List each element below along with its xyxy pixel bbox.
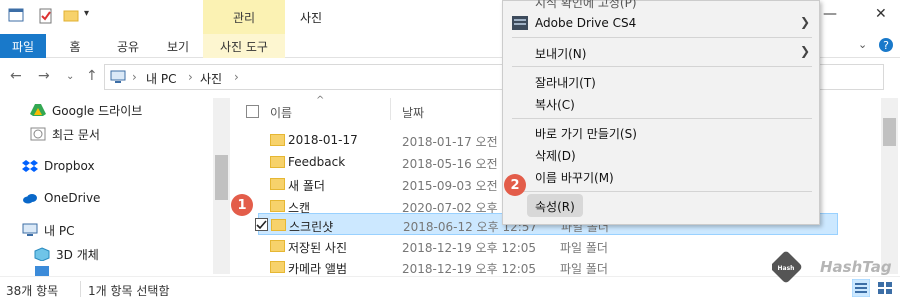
status-divider — [80, 281, 81, 297]
row-name: 2018-01-17 — [288, 133, 358, 147]
nav-item-label: 최근 문서 — [52, 127, 100, 142]
hashtag-watermark-logo: Hash HashTag — [770, 250, 892, 287]
adobe-drive-icon — [512, 16, 528, 30]
menu-separator — [512, 191, 812, 192]
menu-item-create-shortcut[interactable]: 바로 가기 만들기(S) — [535, 125, 637, 142]
recent-locations-icon[interactable]: ⌄ — [66, 71, 74, 82]
menu-separator — [512, 37, 812, 38]
nav-item-label: 3D 개체 — [56, 247, 99, 262]
row-date: 2018-12-19 오후 12:05 — [402, 241, 537, 255]
menu-item-delete[interactable]: 삭제(D) — [535, 147, 576, 164]
nav-item-recent-docs[interactable]: 최근 문서 📌 — [30, 123, 240, 145]
pc-icon — [110, 70, 126, 83]
properties-icon[interactable] — [38, 8, 54, 24]
row-type: 파일 폴더 — [560, 241, 608, 255]
menu-item-send-to[interactable]: 보내기(N) — [535, 45, 586, 62]
nav-item-label: 내 PC — [44, 223, 75, 238]
column-header-name[interactable]: 이름 — [270, 104, 292, 121]
column-divider[interactable] — [390, 98, 391, 120]
3d-objects-icon — [34, 247, 50, 262]
window-title: 사진 — [300, 11, 323, 25]
row-date: 2018-01-17 오전 — [402, 135, 498, 149]
menu-item-cut[interactable]: 잘라내기(T) — [535, 74, 596, 91]
breadcrumb-separator-icon: › — [132, 70, 137, 84]
row-date: 2015-09-03 오전 — [402, 179, 498, 193]
content-scrollbar-thumb[interactable] — [883, 118, 896, 146]
row-name: 새 폴더 — [288, 179, 325, 193]
row-date: 2018-05-16 오전 — [402, 157, 498, 171]
breadcrumb-pictures[interactable]: 사진 — [200, 70, 222, 87]
nav-item-onedrive[interactable]: OneDrive — [22, 187, 232, 209]
sort-ascending-icon: ^ — [316, 95, 325, 106]
download-icon — [34, 266, 50, 276]
row-date: 2018-12-19 오후 12:05 — [402, 262, 537, 276]
nav-item-dropbox[interactable]: Dropbox — [22, 155, 232, 177]
nav-item-label: Google 드라이브 — [52, 103, 143, 118]
tab-picture-tools[interactable]: 사진 도구 — [203, 34, 285, 58]
nav-item-label: OneDrive — [44, 191, 101, 205]
forward-icon[interactable]: → — [38, 68, 50, 84]
table-row[interactable]: 저장된 사진 2018-12-19 오후 12:05 파일 폴더 — [262, 235, 837, 257]
status-item-count: 38개 항목 — [6, 284, 59, 298]
tab-file[interactable]: 파일 — [0, 34, 46, 58]
submenu-arrow-icon: ❯ — [800, 44, 811, 58]
quick-access-dropdown-icon[interactable]: ▾ — [84, 8, 89, 19]
watermark-text: HashTag — [820, 258, 892, 276]
dropbox-icon — [22, 159, 38, 173]
onedrive-icon — [22, 191, 38, 205]
ribbon-expand-icon[interactable]: ⌄ — [858, 38, 867, 51]
tab-share[interactable]: 공유 — [108, 34, 148, 58]
help-icon[interactable]: ? — [878, 37, 894, 53]
nav-item-label: Dropbox — [44, 159, 95, 173]
step-badge-2: 2 — [504, 174, 526, 196]
menu-item-partial[interactable]: 지식 확인에 고정(P) — [535, 0, 637, 11]
back-icon[interactable]: ← — [10, 68, 22, 84]
recent-docs-icon — [30, 127, 46, 141]
folder-icon — [270, 261, 285, 273]
new-folder-icon[interactable] — [63, 8, 79, 22]
row-name: 저장된 사진 — [288, 241, 348, 255]
nav-item-this-pc[interactable]: 내 PC — [22, 219, 232, 241]
pc-icon — [22, 223, 38, 237]
row-name: Feedback — [288, 155, 346, 169]
up-icon[interactable]: ↑ — [86, 68, 98, 84]
google-drive-icon — [30, 103, 46, 117]
folder-icon — [270, 156, 285, 168]
status-selected: 1개 항목 선택함 — [88, 284, 170, 298]
row-name: 스크린샷 — [289, 220, 334, 234]
folder-icon — [270, 240, 285, 252]
folder-icon — [270, 134, 285, 146]
nav-scrollbar-thumb[interactable] — [215, 155, 228, 200]
breadcrumb-separator-icon: › — [188, 70, 193, 84]
folder-icon — [270, 200, 285, 212]
table-row[interactable]: 카메라 앨범 2018-12-19 오후 12:05 파일 폴더 — [262, 256, 837, 278]
folder-icon — [270, 178, 285, 190]
explorer-icon[interactable] — [8, 8, 24, 22]
watermark-hash-text: Hash — [778, 265, 795, 272]
step-badge-1: 1 — [231, 194, 253, 216]
nav-item-google-drive[interactable]: Google 드라이브 📌 — [30, 99, 240, 121]
close-icon[interactable]: ✕ — [875, 6, 887, 22]
folder-icon — [271, 219, 286, 231]
minimize-icon[interactable]: — — [823, 6, 837, 22]
column-header-date[interactable]: 날짜 — [402, 104, 424, 121]
menu-item-copy[interactable]: 복사(C) — [535, 96, 575, 113]
submenu-arrow-icon: ❯ — [800, 15, 811, 29]
menu-item-adobe-drive[interactable]: Adobe Drive CS4 — [535, 16, 636, 30]
menu-item-properties[interactable]: 속성(R) — [535, 198, 575, 215]
breadcrumb-separator-icon: › — [234, 70, 239, 84]
svg-text:?: ? — [883, 39, 889, 52]
context-tab-manage[interactable]: 관리 — [203, 0, 285, 34]
row-checkbox-checked[interactable] — [255, 218, 268, 231]
menu-item-rename[interactable]: 이름 바꾸기(M) — [535, 169, 614, 186]
row-type: 파일 폴더 — [560, 262, 608, 276]
select-all-checkbox[interactable] — [246, 105, 259, 118]
row-name: 카메라 앨범 — [288, 262, 348, 276]
tab-home[interactable]: 홈 — [60, 34, 90, 58]
menu-separator — [512, 66, 812, 67]
tab-view[interactable]: 보기 — [158, 34, 198, 58]
breadcrumb-this-pc[interactable]: 내 PC — [146, 70, 176, 87]
menu-separator — [512, 118, 812, 119]
